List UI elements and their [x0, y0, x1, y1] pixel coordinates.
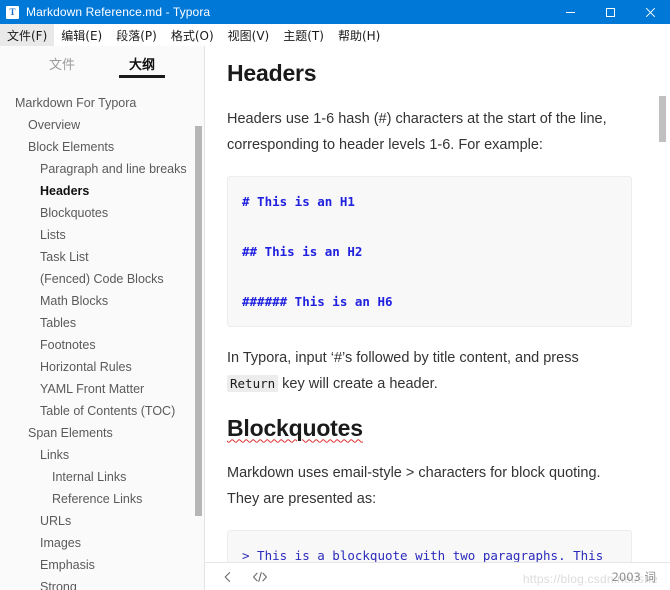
menu-item-format[interactable]: 格式(O) [164, 24, 221, 46]
outline-item-fenced-code-blocks[interactable]: (Fenced) Code Blocks [0, 268, 204, 290]
close-button[interactable] [630, 0, 670, 24]
minimize-icon [565, 7, 576, 18]
maximize-icon [605, 7, 616, 18]
editor-scroll-area[interactable]: Headers Headers use 1-6 hash (#) charact… [205, 46, 670, 562]
code-block-headers-example[interactable]: # This is an H1 ## This is an H2 ###### … [227, 175, 632, 327]
paragraph-headers-intro: Headers use 1-6 hash (#) characters at t… [227, 110, 607, 153]
editor-scrollbar-thumb[interactable] [659, 96, 666, 142]
editor-scrollbar[interactable] [658, 46, 668, 562]
outline-item-task-list[interactable]: Task List [0, 246, 204, 268]
close-icon [645, 7, 656, 18]
outline-item-overview[interactable]: Overview [0, 114, 204, 136]
code-block-blockquote-example[interactable]: > This is a blockquote with two paragrap… [227, 530, 632, 562]
typora-note-text-after: key will create a header. [278, 375, 438, 392]
title-bar: T Markdown Reference.md - Typora [0, 0, 670, 24]
outline-item-internal-links[interactable]: Internal Links [0, 466, 204, 488]
document-content[interactable]: Headers Headers use 1-6 hash (#) charact… [227, 60, 632, 562]
outline-item-paragraph-and-line-breaks[interactable]: Paragraph and line breaks [0, 158, 204, 180]
paragraph-typora-note: In Typora, input ‘#’s followed by title … [227, 345, 632, 397]
editor-pane: Headers Headers use 1-6 hash (#) charact… [205, 46, 670, 590]
outline-item-urls[interactable]: URLs [0, 510, 204, 532]
outline-item-blockquotes[interactable]: Blockquotes [0, 202, 204, 224]
outline-item-tables[interactable]: Tables [0, 312, 204, 334]
outline-item-images[interactable]: Images [0, 532, 204, 554]
main-area: 文件 大纲 Markdown For Typora Overview Block… [0, 46, 670, 590]
status-bar: https://blog.csdn.net/she 2003 词 [205, 562, 670, 590]
typora-note-text-before: In Typora, input ‘#’s followed by title … [227, 349, 579, 366]
outline-item-horizontal-rules[interactable]: Horizontal Rules [0, 356, 204, 378]
outline-item-span-elements[interactable]: Span Elements [0, 422, 204, 444]
window-title: Markdown Reference.md - Typora [26, 5, 211, 19]
outline-item-math-blocks[interactable]: Math Blocks [0, 290, 204, 312]
heading-blockquotes: Blockquotes [227, 414, 363, 441]
heading-headers: Headers [227, 60, 317, 86]
menu-item-view[interactable]: 视图(V) [221, 24, 277, 46]
inline-code-return-key: Return [227, 374, 279, 392]
menu-bar: 文件(F) 编辑(E) 段落(P) 格式(O) 视图(V) 主题(T) 帮助(H… [0, 24, 670, 46]
outline-item-block-elements[interactable]: Block Elements [0, 136, 204, 158]
sidebar-tab-strip: 文件 大纲 [0, 46, 204, 84]
outline-item-yaml-front-matter[interactable]: YAML Front Matter [0, 378, 204, 400]
menu-item-paragraph[interactable]: 段落(P) [109, 24, 164, 46]
outline-list: Markdown For Typora Overview Block Eleme… [0, 84, 204, 590]
outline-item-links[interactable]: Links [0, 444, 204, 466]
menu-item-file[interactable]: 文件(F) [0, 24, 55, 46]
sidebar-tab-outline[interactable]: 大纲 [118, 54, 166, 78]
outline-item-table-of-contents[interactable]: Table of Contents (TOC) [0, 400, 204, 422]
outline-item-reference-links[interactable]: Reference Links [0, 488, 204, 510]
word-count-label[interactable]: 2003 词 [612, 569, 656, 585]
menu-item-theme[interactable]: 主题(T) [276, 24, 331, 46]
sidebar-tab-files[interactable]: 文件 [49, 54, 75, 78]
sidebar-scrollbar[interactable] [194, 84, 203, 590]
menu-item-help[interactable]: 帮助(H) [331, 24, 387, 46]
outline-item-footnotes[interactable]: Footnotes [0, 334, 204, 356]
outline-item-headers[interactable]: Headers [0, 180, 204, 202]
sidebar: 文件 大纲 Markdown For Typora Overview Block… [0, 46, 205, 590]
minimize-button[interactable] [550, 0, 590, 24]
outline-item-lists[interactable]: Lists [0, 224, 204, 246]
outline-item-emphasis[interactable]: Emphasis [0, 554, 204, 576]
menu-item-edit[interactable]: 编辑(E) [54, 24, 109, 46]
maximize-button[interactable] [590, 0, 630, 24]
paragraph-blockquotes-intro: Markdown uses email-style > characters f… [227, 465, 601, 508]
source-code-icon[interactable] [249, 566, 271, 588]
outline-item-markdown-for-typora[interactable]: Markdown For Typora [0, 92, 204, 114]
typora-app-icon: T [6, 5, 19, 19]
sidebar-scrollbar-thumb[interactable] [195, 126, 202, 516]
chevron-left-icon[interactable] [217, 566, 239, 588]
outline-item-strong[interactable]: Strong [0, 576, 204, 590]
typora-window: T Markdown Reference.md - Typora 文件(F) 编… [0, 0, 670, 590]
